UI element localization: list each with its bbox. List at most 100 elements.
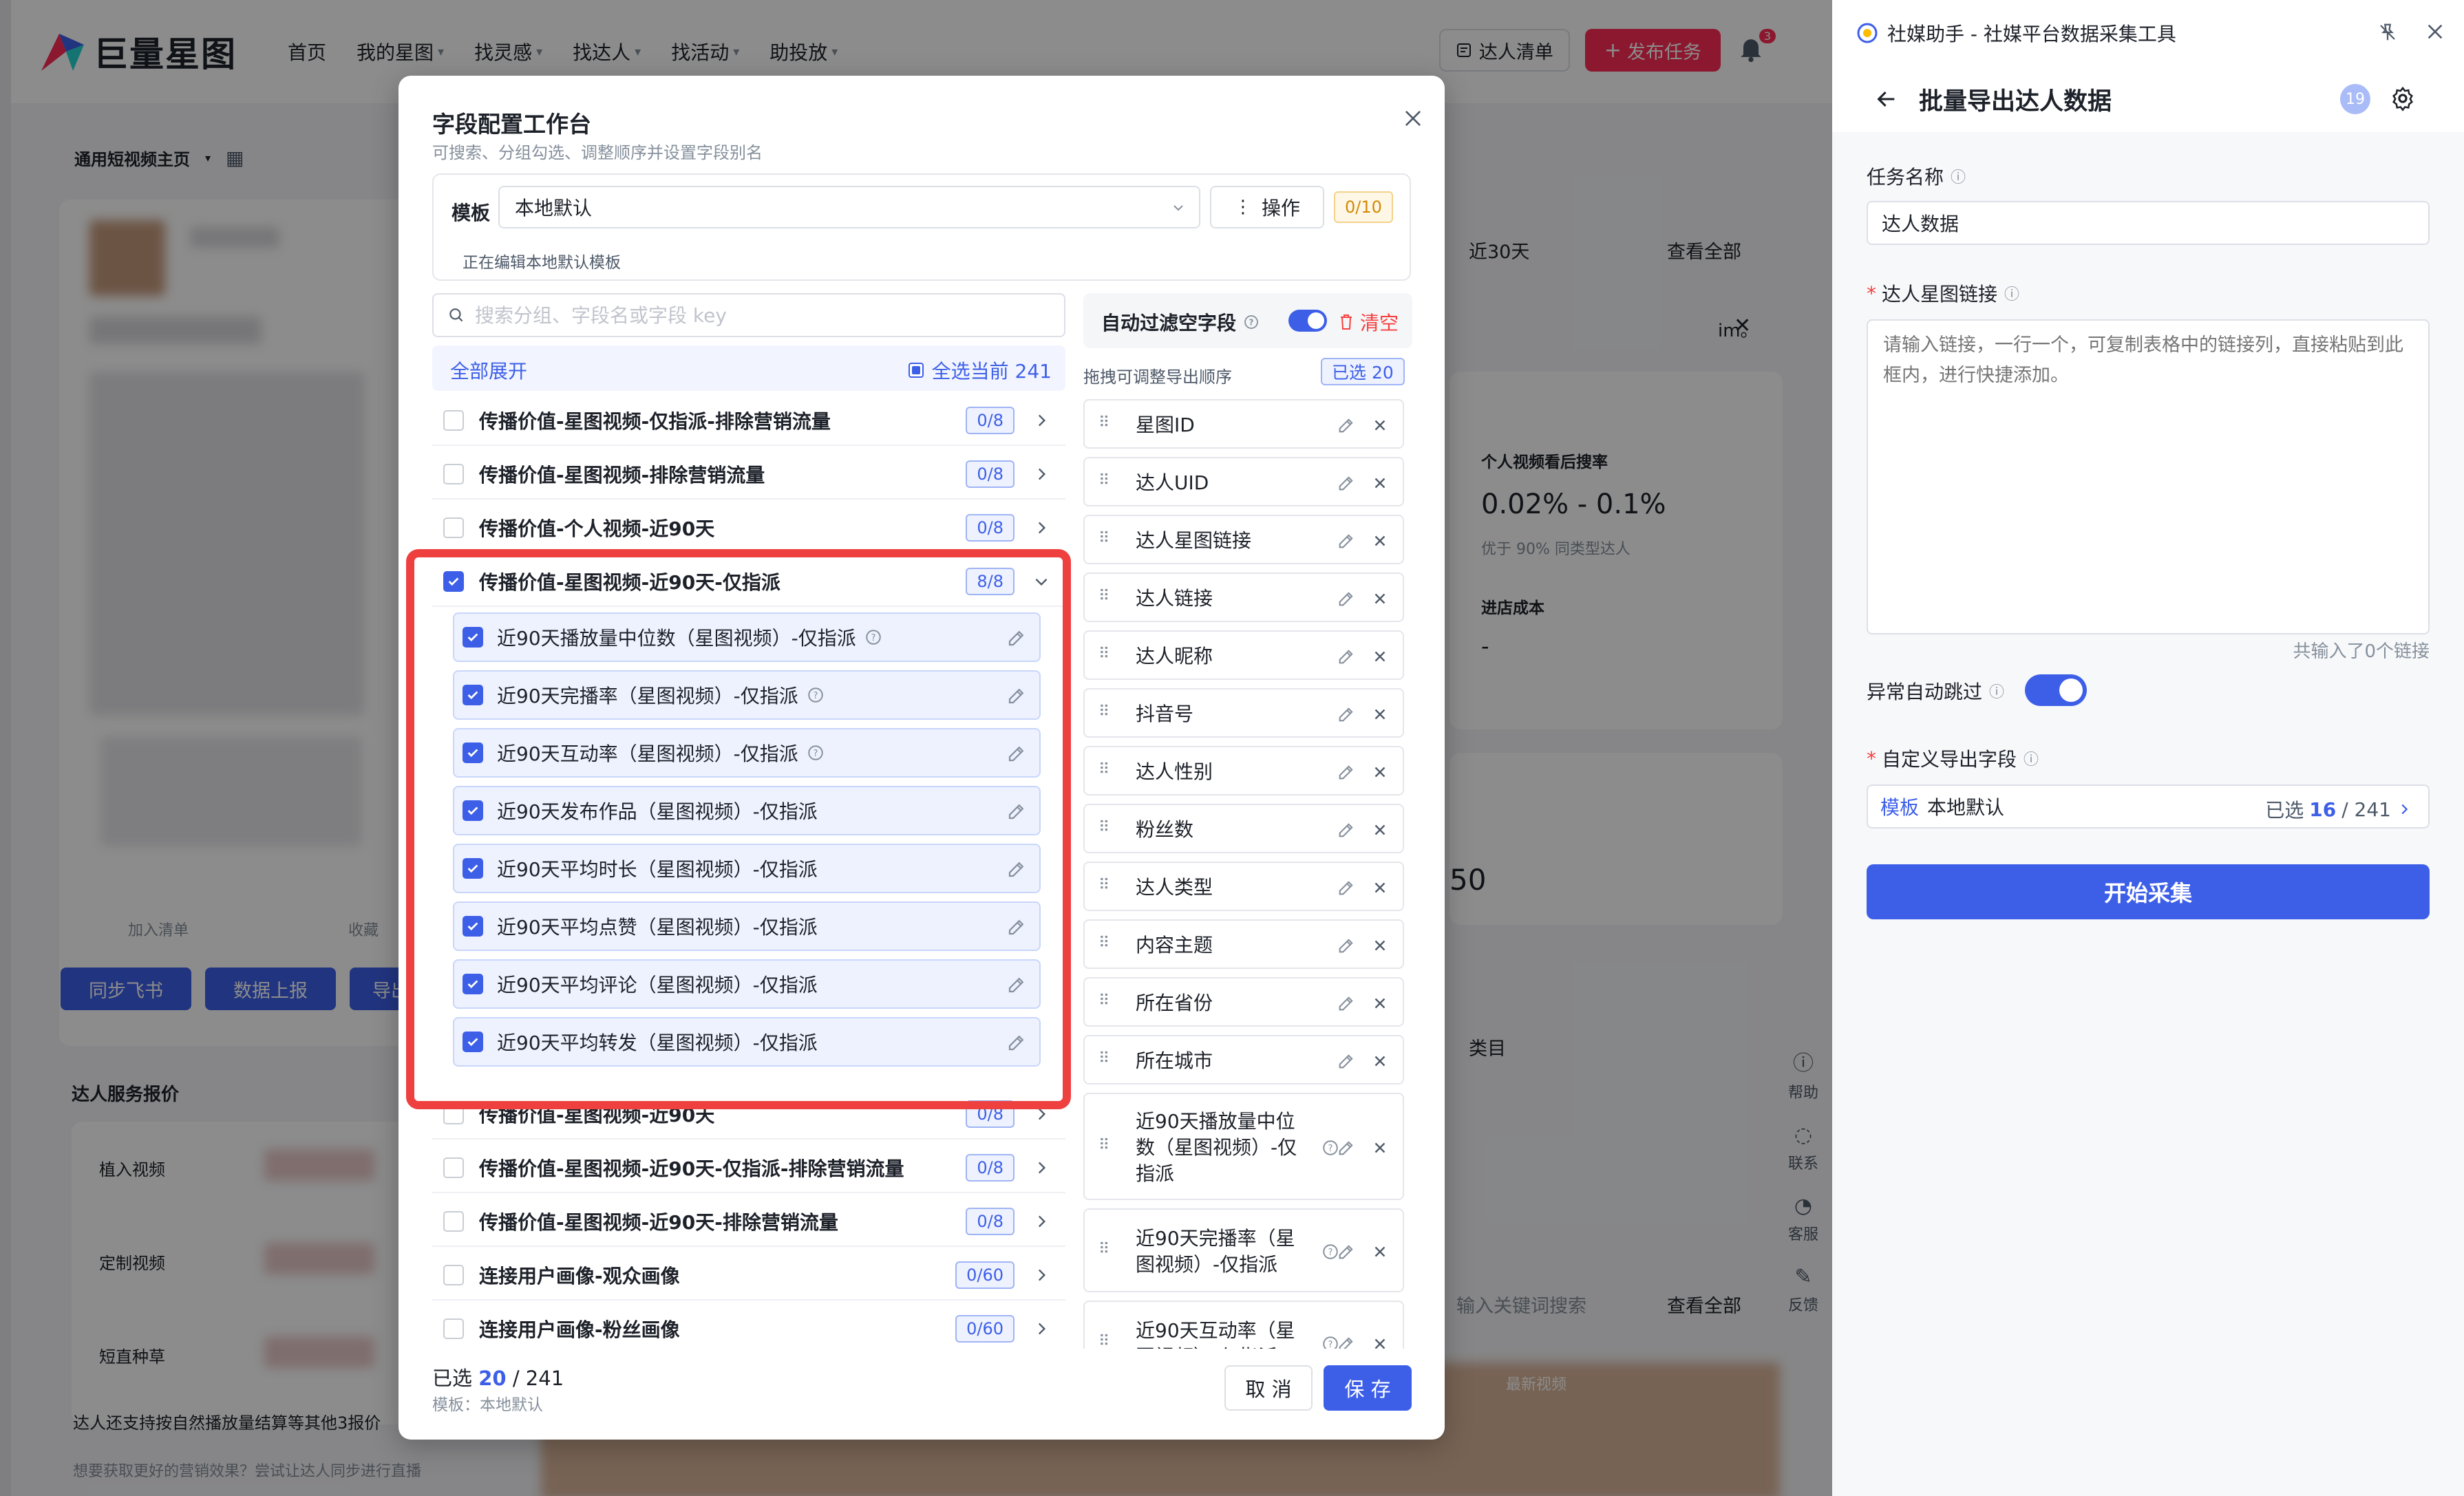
chevron-right-icon[interactable]	[1031, 465, 1052, 483]
field-row[interactable]: 近90天发布作品（星图视频）-仅指派	[453, 786, 1041, 835]
drag-handle-icon[interactable]: ⠿	[1098, 1137, 1109, 1154]
field-checkbox[interactable]	[463, 858, 483, 879]
selected-field-item[interactable]: ⠿ 达人星图链接	[1083, 515, 1404, 564]
edit-icon[interactable]	[1006, 859, 1027, 879]
drag-handle-icon[interactable]: ⠿	[1098, 530, 1109, 547]
field-row[interactable]: 近90天平均点赞（星图视频）-仅指派	[453, 901, 1041, 951]
links-textarea[interactable]	[1867, 319, 2430, 634]
help-icon[interactable]: ⓘ	[1989, 680, 2004, 702]
group-row[interactable]: 传播价值-星图视频-排除营销流量 0/8	[432, 450, 1065, 500]
selected-field-item[interactable]: ⠿ 内容主题	[1083, 919, 1404, 969]
edit-icon[interactable]	[1006, 801, 1027, 822]
drag-handle-icon[interactable]: ⠿	[1098, 819, 1109, 836]
selected-field-item[interactable]: ⠿ 达人UID	[1083, 457, 1404, 506]
field-row[interactable]: 近90天播放量中位数（星图视频）-仅指派?	[453, 612, 1041, 662]
field-checkbox[interactable]	[463, 974, 483, 994]
select-all-current-button[interactable]: 全选当前 241	[908, 356, 1052, 384]
close-icon[interactable]	[1371, 994, 1389, 1012]
cancel-button[interactable]: 取 消	[1224, 1365, 1313, 1411]
field-search[interactable]	[432, 293, 1065, 337]
field-checkbox[interactable]	[463, 742, 483, 763]
edit-icon[interactable]	[1006, 685, 1027, 706]
close-icon[interactable]	[1371, 1243, 1389, 1261]
edit-icon[interactable]	[1337, 994, 1356, 1013]
chevron-right-icon[interactable]	[1031, 1105, 1052, 1123]
drag-handle-icon[interactable]: ⠿	[1098, 992, 1109, 1009]
edit-icon[interactable]	[1006, 628, 1027, 648]
group-row[interactable]: 传播价值-个人视频-近90天 0/8	[432, 504, 1065, 553]
field-row[interactable]: 近90天平均评论（星图视频）-仅指派	[453, 959, 1041, 1009]
help-icon[interactable]: ?	[1243, 314, 1260, 330]
template-select[interactable]: 本地默认	[498, 186, 1200, 228]
field-checkbox[interactable]	[463, 1032, 483, 1052]
field-row[interactable]: 近90天平均转发（星图视频）-仅指派	[453, 1017, 1041, 1067]
group-checkbox[interactable]	[443, 464, 464, 484]
edit-icon[interactable]	[1337, 647, 1356, 666]
chevron-right-icon[interactable]	[1031, 1320, 1052, 1338]
close-icon[interactable]	[1371, 1335, 1389, 1349]
selected-field-item[interactable]: ⠿ 近90天完播率（星 图视频）-仅指派?	[1083, 1208, 1404, 1292]
selected-field-item[interactable]: ⠿ 所在省份	[1083, 977, 1404, 1027]
drag-handle-icon[interactable]: ⠿	[1098, 414, 1109, 431]
close-icon[interactable]	[1371, 532, 1389, 550]
gear-icon[interactable]	[2390, 85, 2416, 111]
operations-button[interactable]: ⋮ 操作	[1210, 186, 1324, 228]
group-checkbox[interactable]	[443, 1211, 464, 1232]
task-name-input[interactable]: 达人数据	[1867, 201, 2430, 245]
field-checkbox[interactable]	[463, 685, 483, 705]
field-row[interactable]: 近90天完播率（星图视频）-仅指派?	[453, 670, 1041, 720]
edit-icon[interactable]	[1337, 762, 1356, 782]
field-checkbox[interactable]	[463, 916, 483, 937]
help-icon[interactable]: ⓘ	[2004, 282, 2019, 304]
field-row[interactable]: 近90天互动率（星图视频）-仅指派?	[453, 728, 1041, 778]
close-icon[interactable]	[1371, 705, 1389, 723]
group-checkbox[interactable]	[443, 1265, 464, 1285]
group-row[interactable]: 传播价值-星图视频-仅指派-排除营销流量 0/8	[432, 402, 1065, 446]
drag-handle-icon[interactable]: ⠿	[1098, 645, 1109, 663]
selected-field-item[interactable]: ⠿ 近90天互动率（星图视频）-仅指派?	[1083, 1301, 1404, 1349]
group-checkbox[interactable]	[443, 571, 464, 592]
chevron-right-icon[interactable]	[1031, 1159, 1052, 1177]
edit-icon[interactable]	[1337, 531, 1356, 551]
drag-handle-icon[interactable]: ⠿	[1098, 1333, 1109, 1349]
edit-icon[interactable]	[1006, 974, 1027, 995]
selected-field-item[interactable]: ⠿ 近90天播放量中位 数（星图视频）-仅 指派?	[1083, 1093, 1404, 1200]
chevron-right-icon[interactable]	[1031, 519, 1052, 537]
drag-handle-icon[interactable]: ⠿	[1098, 703, 1109, 720]
close-icon[interactable]	[1371, 937, 1389, 954]
group-checkbox[interactable]	[443, 1104, 464, 1124]
expand-all-button[interactable]: 全部展开	[450, 356, 527, 384]
group-checkbox[interactable]	[443, 1318, 464, 1339]
edit-icon[interactable]	[1006, 1032, 1027, 1053]
auto-filter-toggle[interactable]	[1288, 310, 1327, 332]
edit-icon[interactable]	[1006, 743, 1027, 764]
close-icon[interactable]	[1371, 763, 1389, 781]
edit-icon[interactable]	[1337, 820, 1356, 840]
chevron-right-icon[interactable]	[1031, 412, 1052, 429]
chevron-right-icon[interactable]	[1031, 1212, 1052, 1230]
unpin-icon[interactable]	[2377, 22, 2398, 43]
save-button[interactable]: 保 存	[1324, 1365, 1412, 1411]
start-collect-button[interactable]: 开始采集	[1867, 864, 2430, 919]
help-icon[interactable]: ?	[807, 686, 825, 704]
selected-field-item[interactable]: ⠿ 粉丝数	[1083, 804, 1404, 853]
group-checkbox[interactable]	[443, 1157, 464, 1178]
group-checkbox[interactable]	[443, 517, 464, 538]
edit-icon[interactable]	[1337, 473, 1356, 493]
clear-button[interactable]: 清空	[1338, 308, 1399, 336]
group-checkbox[interactable]	[443, 410, 464, 431]
close-icon[interactable]	[1371, 474, 1389, 492]
edit-icon[interactable]	[1006, 917, 1027, 937]
chevron-down-icon[interactable]	[1031, 573, 1052, 590]
drag-handle-icon[interactable]: ⠿	[1098, 588, 1109, 605]
chevron-right-icon[interactable]	[1031, 1266, 1052, 1284]
selected-field-item[interactable]: ⠿ 达人昵称	[1083, 630, 1404, 680]
field-row[interactable]: 近90天平均时长（星图视频）-仅指派	[453, 844, 1041, 893]
edit-icon[interactable]	[1337, 416, 1356, 435]
group-row[interactable]: 连接用户画像-观众画像 0/60	[432, 1251, 1065, 1301]
close-icon[interactable]	[1371, 590, 1389, 608]
close-icon[interactable]	[1371, 1052, 1389, 1070]
group-row[interactable]: 连接用户画像-粉丝画像 0/60	[432, 1305, 1065, 1349]
selected-field-item[interactable]: ⠿ 所在城市	[1083, 1035, 1404, 1084]
group-row[interactable]: 传播价值-星图视频-近90天-仅指派 8/8	[432, 557, 1065, 607]
